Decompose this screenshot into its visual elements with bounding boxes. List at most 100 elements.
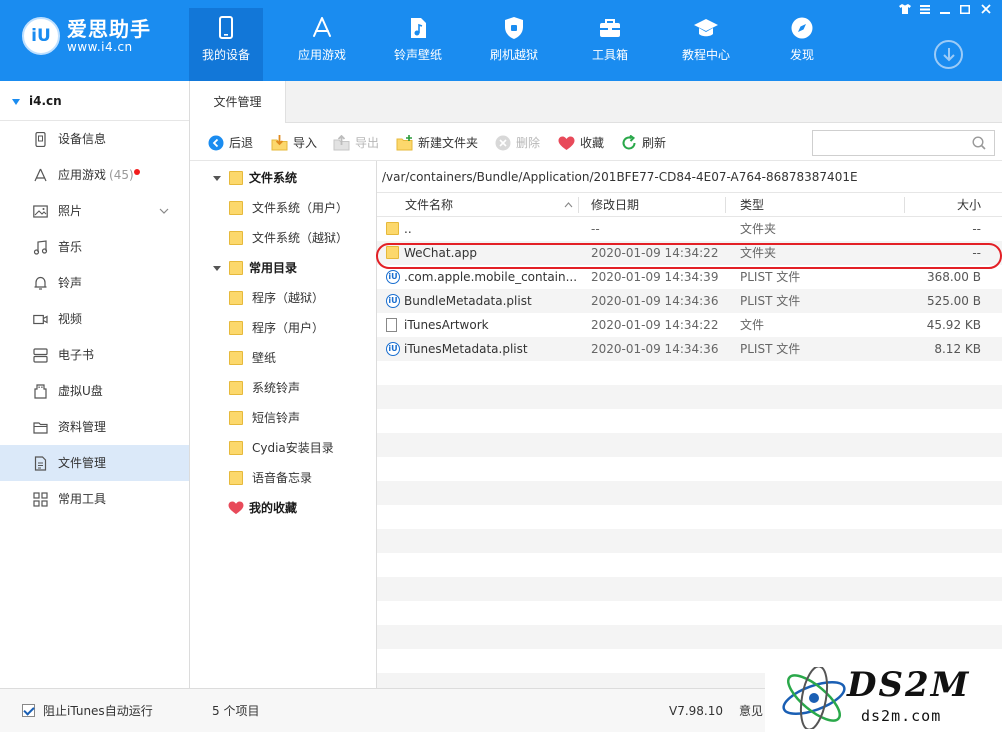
file-row-mobile-container[interactable]: iU .com.apple.mobile_contain... 2020-01-… [377, 265, 1002, 289]
sidebar-item-ebooks[interactable]: 电子书 [0, 337, 189, 373]
sidebar-item-virtual-usb[interactable]: 虚拟U盘 [0, 373, 189, 409]
file-row-itunes-artwork[interactable]: iTunesArtwork 2020-01-09 14:34:22 文件 45.… [377, 313, 1002, 337]
search-icon[interactable] [972, 136, 986, 150]
logo-badge: iU [22, 17, 60, 55]
tree-item-cydia-install-dir[interactable]: Cydia安装目录 [190, 433, 376, 463]
sidebar-item-label: 设备信息 [58, 132, 107, 146]
shirt-skin-icon[interactable] [897, 2, 913, 16]
sidebar-item-apps[interactable]: 应用游戏 (45) [0, 157, 189, 193]
nav-discover[interactable]: 发现 [765, 8, 839, 81]
col-size[interactable]: 大小 [957, 193, 981, 217]
device-header[interactable]: i4.cn [0, 81, 189, 121]
chevron-down-icon[interactable] [159, 208, 169, 214]
logo-name: 爱思助手 [67, 17, 151, 41]
file-row-itunes-metadata[interactable]: iU iTunesMetadata.plist 2020-01-09 14:34… [377, 337, 1002, 361]
nav-apps-games[interactable]: 应用游戏 [285, 8, 359, 81]
folder-icon [229, 411, 243, 425]
file-row-parent[interactable]: .. -- 文件夹 -- [377, 217, 1002, 241]
watermark: DS2M ds2m.com [765, 663, 1002, 732]
sidebar-item-data-management[interactable]: 资料管理 [0, 409, 189, 445]
bell-icon [34, 276, 47, 290]
new-folder-icon [396, 135, 413, 151]
tree-item-my-favorites[interactable]: 我的收藏 [190, 493, 376, 523]
expand-triangle-icon[interactable] [213, 176, 221, 181]
file-row-wechat-app[interactable]: WeChat.app 2020-01-09 14:34:22 文件夹 -- [377, 241, 1002, 265]
tree-item-voice-memos[interactable]: 语音备忘录 [190, 463, 376, 493]
file-list-panel: /var/containers/Bundle/Application/201BF… [376, 161, 1002, 697]
col-date[interactable]: 修改日期 [591, 193, 639, 217]
sidebar-item-common-tools[interactable]: 常用工具 [0, 481, 189, 517]
folder-outline-icon [33, 422, 48, 434]
folder-icon [229, 351, 243, 365]
minimize-icon[interactable] [937, 2, 953, 16]
download-arrow-icon [942, 47, 955, 61]
refresh-button[interactable]: 刷新 [621, 134, 666, 152]
expand-triangle-icon[interactable] [213, 266, 221, 271]
import-button[interactable]: 导入 [271, 134, 317, 152]
folder-icon [229, 171, 243, 185]
export-button[interactable]: 导出 [333, 134, 379, 152]
sidebar-item-ringtones[interactable]: 铃声 [0, 265, 189, 301]
file-row-bundle-metadata[interactable]: iU BundleMetadata.plist 2020-01-09 14:34… [377, 289, 1002, 313]
tree-item-apps-user[interactable]: 程序（用户） [190, 313, 376, 343]
folder-icon [229, 321, 243, 335]
tree-group-common-dirs[interactable]: 常用目录 [190, 253, 376, 283]
folder-icon [386, 246, 399, 259]
logo-url: www.i4.cn [67, 40, 133, 54]
sort-up-icon[interactable] [564, 202, 573, 208]
left-sidebar: i4.cn 设备信息 应用游戏 (45) 照片 音乐 铃声 视频 电子书 虚拟U盘… [0, 81, 190, 688]
menu-icon[interactable] [917, 2, 933, 16]
col-name[interactable]: 文件名称 [405, 193, 453, 217]
sidebar-item-label: 视频 [58, 312, 83, 326]
path-bar[interactable]: /var/containers/Bundle/Application/201BF… [377, 161, 1002, 193]
back-arrow-icon [208, 135, 224, 151]
feedback-link[interactable]: 意见 [739, 703, 763, 719]
folder-icon [229, 381, 243, 395]
nav-my-device[interactable]: 我的设备 [189, 8, 263, 81]
main-panel: 文件管理 后退 导入 导出 新建文件夹 删除 收藏 刷新 文件系统 文件系统（用… [190, 81, 1002, 697]
folder-icon [229, 441, 243, 455]
video-icon [33, 314, 48, 325]
nav-flash-jailbreak[interactable]: 刷机越狱 [477, 8, 551, 81]
tab-file-management[interactable]: 文件管理 [190, 81, 286, 123]
maximize-icon[interactable] [957, 2, 973, 16]
col-type[interactable]: 类型 [740, 193, 764, 217]
block-itunes-label[interactable]: 阻止iTunes自动运行 [43, 703, 153, 719]
notification-dot [133, 169, 140, 175]
tree-group-file-system[interactable]: 文件系统 [190, 163, 376, 193]
tree-item-file-system-user[interactable]: 文件系统（用户） [190, 193, 376, 223]
new-folder-button[interactable]: 新建文件夹 [396, 134, 478, 152]
nav-toolbox[interactable]: 工具箱 [573, 8, 647, 81]
itunes-file-icon: iU [386, 294, 400, 308]
tree-item-sms-ringtones[interactable]: 短信铃声 [190, 403, 376, 433]
search-input[interactable] [812, 130, 995, 156]
block-itunes-checkbox[interactable] [22, 704, 35, 717]
nav-tutorial-center[interactable]: 教程中心 [669, 8, 743, 81]
sidebar-item-device-info[interactable]: 设备信息 [0, 121, 189, 157]
nav-label: 工具箱 [591, 48, 628, 62]
collapse-triangle-icon [12, 98, 20, 105]
sidebar-item-video[interactable]: 视频 [0, 301, 189, 337]
sidebar-item-photos[interactable]: 照片 [0, 193, 189, 229]
graduation-cap-icon [694, 19, 718, 37]
tree-item-file-system-jailbreak[interactable]: 文件系统（越狱） [190, 223, 376, 253]
back-button[interactable]: 后退 [208, 134, 253, 152]
document-icon [34, 456, 47, 471]
folder-icon [229, 201, 243, 215]
tree-item-wallpaper[interactable]: 壁纸 [190, 343, 376, 373]
item-count: 5 个项目 [212, 704, 260, 718]
download-button[interactable] [934, 40, 963, 69]
favorite-button[interactable]: 收藏 [558, 134, 604, 152]
close-icon[interactable] [978, 2, 994, 16]
app-logo: iU 爱思助手 www.i4.cn [22, 17, 151, 55]
sidebar-item-label: 资料管理 [58, 420, 107, 434]
delete-button[interactable]: 删除 [495, 134, 540, 152]
folder-tree: 文件系统 文件系统（用户） 文件系统（越狱） 常用目录 程序（越狱） 程序（用户… [190, 161, 377, 688]
nav-label: 应用游戏 [297, 48, 346, 62]
sidebar-item-music[interactable]: 音乐 [0, 229, 189, 265]
nav-ringtones-wallpapers[interactable]: 铃声壁纸 [381, 8, 455, 81]
tree-item-system-ringtones[interactable]: 系统铃声 [190, 373, 376, 403]
sidebar-item-file-management[interactable]: 文件管理 [0, 445, 189, 481]
tree-item-apps-jailbreak[interactable]: 程序（越狱） [190, 283, 376, 313]
apps-icon [34, 168, 47, 182]
